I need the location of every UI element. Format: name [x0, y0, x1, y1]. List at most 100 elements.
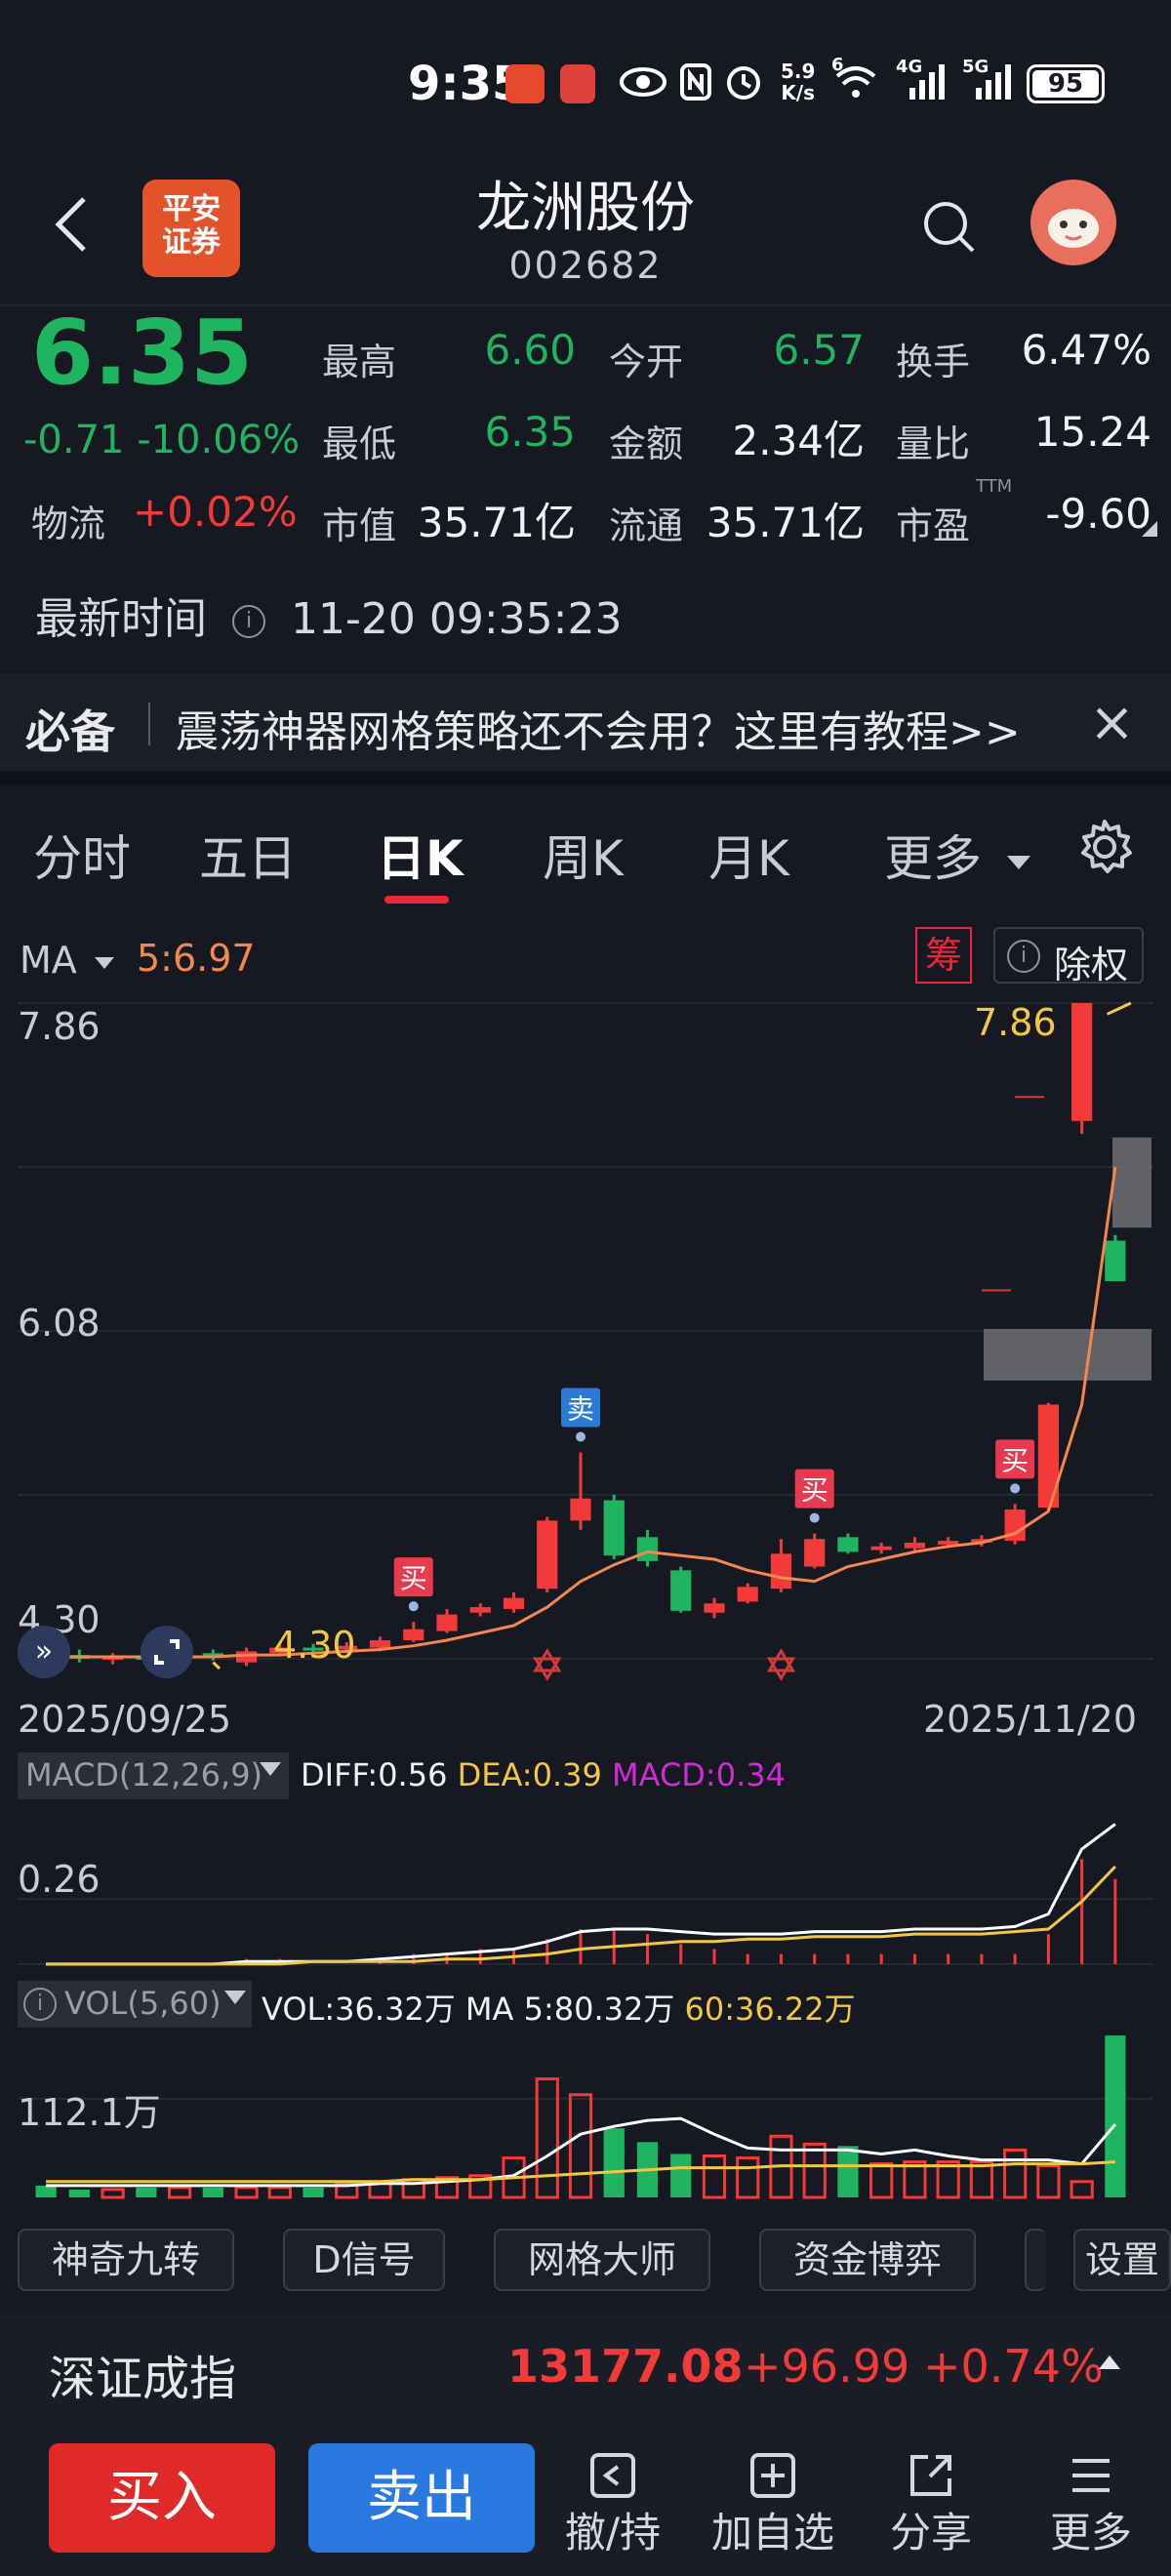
- add-watchlist-button[interactable]: 加自选: [695, 2443, 851, 2559]
- candle-body: [704, 1603, 725, 1613]
- buy-button[interactable]: 买入: [49, 2443, 275, 2553]
- volume-bar: [35, 2185, 57, 2197]
- amount-label: 金额: [609, 423, 684, 465]
- macd-values: DIFF:0.56 DEA:0.39 MACD:0.34: [301, 1756, 786, 1793]
- battery-icon: 95: [1027, 64, 1105, 103]
- y-axis-max: 7.86: [18, 1005, 101, 1048]
- vol-values: VOL:36.32万 MA 5:80.32万 60:36.22万: [262, 1991, 856, 2028]
- candle-body: [235, 1651, 258, 1663]
- volume-bar: [670, 2153, 692, 2197]
- candle-body: [938, 1541, 959, 1545]
- tab-more[interactable]: 更多: [884, 820, 1030, 890]
- stock-name: 龙洲股份: [476, 177, 695, 240]
- signal-5g-icon: 5G: [962, 57, 1011, 101]
- volume-bar: [136, 2187, 157, 2197]
- info-icon[interactable]: i: [232, 605, 265, 638]
- ma-selector[interactable]: MA: [20, 939, 114, 982]
- start-date: 2025/09/25: [18, 1698, 232, 1741]
- indicator-button-1[interactable]: 神奇九转: [18, 2229, 234, 2291]
- status-bar: 9:35 5.9 K/s 6 4G 5G 95: [0, 0, 1171, 146]
- settings-gear-button[interactable]: [1075, 818, 1134, 876]
- sector-change: +0.02%: [133, 488, 298, 536]
- banner-text[interactable]: 震荡神器网格策略还不会用？这里有教程>>: [176, 697, 1021, 759]
- banner-divider: [148, 703, 150, 745]
- fullscreen-icon[interactable]: [141, 1626, 193, 1678]
- signal-dot: [1010, 1483, 1021, 1494]
- search-button[interactable]: [921, 199, 976, 254]
- dropdown-icon: [224, 1991, 246, 2004]
- undo-icon: [590, 2453, 635, 2498]
- candle-body: [537, 1520, 558, 1590]
- chip-distribution-button[interactable]: 筹: [915, 927, 972, 984]
- volume-bar: [568, 2093, 593, 2199]
- expand-left-icon[interactable]: »: [18, 1626, 70, 1678]
- adjust-button[interactable]: i 除权: [993, 927, 1144, 986]
- banner-tag: 必备: [25, 705, 115, 758]
- high-value: 6.60: [484, 326, 576, 374]
- signal-flag-label: 买: [801, 1474, 828, 1507]
- settings-button[interactable]: 设置: [1073, 2229, 1171, 2291]
- tab-daily-k[interactable]: 日K: [377, 820, 464, 890]
- tab-weekly-k[interactable]: 周K: [543, 820, 624, 890]
- candle-body: [636, 1537, 659, 1561]
- active-tab-indicator: [384, 896, 449, 904]
- candle-body: [870, 1546, 892, 1550]
- open-value: 6.57: [773, 326, 865, 374]
- index-pct: +0.74%: [923, 2340, 1104, 2393]
- mcap-label: 市值: [322, 504, 397, 547]
- dea-line: [46, 1865, 1116, 1966]
- volume-bar: [101, 2188, 125, 2199]
- assistant-avatar[interactable]: [1030, 180, 1116, 265]
- cancel-hold-button[interactable]: 撤/持: [535, 2443, 691, 2559]
- pe-value: -9.60: [1045, 490, 1151, 538]
- pe-label: 市盈: [896, 504, 971, 547]
- chevron-up-icon[interactable]: [1099, 2355, 1120, 2369]
- index-name: 深证成指: [49, 2352, 237, 2406]
- promo-banner[interactable]: 必备 震荡神器网格策略还不会用？这里有教程>> ×: [0, 673, 1171, 771]
- index-bar[interactable]: 深证成指 13177.08 +96.99 +0.74%: [0, 2313, 1171, 2420]
- indicator-button-3[interactable]: 网格大师: [494, 2229, 710, 2291]
- volume-bar: [603, 2128, 625, 2197]
- dropdown-icon: [94, 956, 114, 969]
- open-label: 今开: [609, 341, 684, 383]
- turnover-value: 6.47%: [1021, 326, 1151, 374]
- star-marker: [766, 1648, 796, 1672]
- expand-corner-icon[interactable]: [1142, 521, 1157, 537]
- indicator-button-5[interactable]: [1025, 2229, 1046, 2291]
- close-icon[interactable]: ×: [1089, 691, 1135, 754]
- indicator-button-2[interactable]: D信号: [283, 2229, 445, 2291]
- tab-five-day[interactable]: 五日: [199, 820, 297, 890]
- index-value: 13177.08: [507, 2340, 744, 2393]
- price-change: -0.71 -10.06%: [23, 418, 301, 463]
- more-button[interactable]: 更多: [1013, 2443, 1169, 2559]
- macd-chart[interactable]: [0, 1803, 1171, 1975]
- vol-ma60-line: [46, 2160, 1115, 2184]
- gear-icon: [1081, 820, 1132, 873]
- update-time-row: 最新时间 i 11-20 09:35:23: [35, 594, 623, 644]
- tab-monthly-k[interactable]: 月K: [708, 820, 789, 890]
- info-icon: i: [1007, 940, 1040, 973]
- vol-ratio-value: 15.24: [1033, 408, 1151, 456]
- share-icon: [910, 2455, 951, 2496]
- macd-selector[interactable]: MACD(12,26,9): [18, 1752, 289, 1799]
- indicator-button-4[interactable]: 资金博弈: [759, 2229, 976, 2291]
- candle-body: [369, 1640, 391, 1648]
- volume-bar: [303, 2187, 324, 2197]
- mcap-value: 35.71亿: [417, 499, 576, 546]
- volume-chart[interactable]: [0, 2030, 1171, 2201]
- menu-icon: [1072, 2459, 1110, 2492]
- candle-body: [436, 1614, 458, 1631]
- sector-label[interactable]: 物流: [31, 494, 105, 547]
- low-label: 最低: [322, 423, 397, 465]
- tab-intraday[interactable]: 分时: [33, 820, 131, 890]
- candlestick-chart[interactable]: 买卖买买卖: [0, 995, 1171, 1717]
- volume-bar: [1105, 2035, 1126, 2197]
- sell-button[interactable]: 卖出: [308, 2443, 535, 2553]
- vol-selector[interactable]: i VOL(5,60): [18, 1981, 252, 2028]
- candle-body: [503, 1597, 525, 1609]
- candle-body: [403, 1629, 424, 1641]
- candle-body: [1071, 1003, 1093, 1121]
- share-button[interactable]: 分享: [853, 2443, 1009, 2559]
- chip-zone: [984, 1328, 1151, 1381]
- vol-ratio-label: 量比: [896, 423, 971, 465]
